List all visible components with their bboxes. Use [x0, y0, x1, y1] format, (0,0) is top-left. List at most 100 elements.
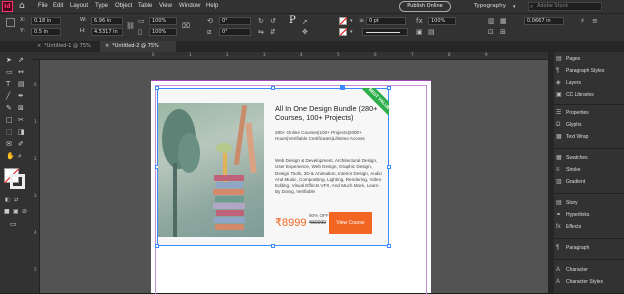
tab-untitled-2[interactable]: × *Untitled-2 @ 75% [100, 41, 176, 52]
search-input[interactable]: Adobe Stock [528, 2, 602, 11]
panel-glyphs[interactable]: Ω Glyphs [554, 120, 624, 131]
gradient-tool-icon[interactable]: ◨ [18, 128, 25, 136]
shadow-icon[interactable]: ▣ [416, 28, 423, 36]
shear-field[interactable]: 0° [219, 28, 251, 36]
free-transform-tool-icon[interactable]: ⬚ [6, 128, 13, 136]
workspace-switcher[interactable]: Typography [474, 0, 506, 13]
selection-tool-icon[interactable]: ➤ [6, 56, 12, 64]
panel-properties[interactable]: ☰ Properties [554, 108, 624, 119]
view-course-button[interactable]: View Course [329, 212, 372, 234]
w-field[interactable]: 6.96 in [91, 17, 123, 25]
frame-handle[interactable] [271, 244, 275, 248]
frame-handle[interactable] [271, 86, 275, 90]
gap-tool-icon[interactable]: ↔ [18, 68, 24, 76]
chevron-down-icon[interactable]: ▾ [350, 17, 353, 25]
swap-colors-icon[interactable]: ⇄ [14, 196, 18, 204]
effects-icon[interactable]: fx [416, 17, 423, 25]
note-tool-icon[interactable]: ✉ [6, 140, 12, 148]
close-icon[interactable]: × [37, 43, 41, 49]
menu-table[interactable]: Table [138, 0, 152, 13]
fill-frame-icon[interactable]: ⊞ [500, 28, 506, 36]
panel-stroke[interactable]: ≡ Stroke [554, 165, 624, 176]
apply-color-icon[interactable]: ■ [4, 208, 10, 216]
pencil-tool-icon[interactable]: ✎ [6, 104, 12, 112]
text-wrap-icon[interactable]: ▤ [428, 28, 435, 36]
apply-none-icon[interactable]: ⊘ [22, 208, 27, 216]
zoom-tool-icon[interactable]: ⌕ [18, 152, 22, 160]
content-collector-icon[interactable]: ▤ [18, 80, 25, 88]
publish-online-button[interactable]: Publish Online [399, 1, 451, 12]
h-field[interactable]: 4.5317 in [91, 28, 123, 36]
frame-handle[interactable] [387, 165, 391, 169]
close-icon[interactable]: × [105, 43, 109, 49]
chevron-down-icon[interactable]: ▾ [350, 28, 353, 36]
opacity-field[interactable]: 100% [428, 17, 456, 25]
home-icon[interactable]: ⌂ [19, 0, 25, 13]
x-field[interactable]: 0.18 in [31, 17, 61, 25]
reference-point-icon[interactable] [6, 18, 15, 27]
frame-handle[interactable] [387, 244, 391, 248]
menu-layout[interactable]: Layout [70, 0, 88, 13]
stroke-swatch[interactable] [339, 28, 347, 36]
direct-selection-icon[interactable]: ✥ [302, 28, 308, 36]
page-tool-icon[interactable]: ▭ [6, 68, 13, 76]
menu-file[interactable]: File [38, 0, 48, 13]
panel-layers[interactable]: ◈ Layers [554, 78, 624, 89]
y-field[interactable]: 0.5 in [31, 28, 61, 36]
stroke-type-select[interactable] [362, 28, 408, 36]
panel-character-styles[interactable]: A Character Styles [554, 277, 624, 288]
tab-untitled-1[interactable]: × *Untitled-1 @ 75% [32, 41, 100, 52]
fill-swatch[interactable] [339, 17, 347, 25]
panel-text-wrap[interactable]: ▦ Text Wrap [554, 132, 624, 143]
panel-effects[interactable]: fx Effects [554, 222, 624, 233]
corner-size-field[interactable]: 0.0667 in [524, 17, 564, 25]
rotate-ccw-icon[interactable]: ↺ [270, 17, 276, 25]
frame-fitting-icon[interactable]: ⊡ [488, 28, 494, 36]
frame-handle[interactable] [155, 86, 159, 90]
menu-help[interactable]: Help [206, 0, 218, 13]
hamburger-menu-icon[interactable]: ≡ [592, 17, 598, 25]
scale-y-field[interactable]: 100% [149, 28, 177, 36]
direct-selection-tool-icon[interactable]: ⇗ [18, 56, 24, 64]
panel-paragraph[interactable]: ¶ Paragraph [554, 243, 624, 254]
stroke-color-swatch[interactable] [10, 174, 25, 189]
stroke-weight-field[interactable]: 0 pt [366, 17, 406, 25]
quick-apply-icon[interactable]: ⚡ [580, 17, 585, 25]
rectangle-frame-tool-icon[interactable]: ⊠ [18, 104, 24, 112]
flip-vertical-icon[interactable]: ⇵ [270, 28, 276, 36]
line-tool-icon[interactable]: ╱ [6, 92, 10, 100]
indesign-app-icon[interactable] [2, 1, 13, 12]
arrow-icon[interactable]: ➚ [302, 18, 308, 26]
default-colors-icon[interactable]: ◧ [5, 196, 10, 204]
panel-swatches[interactable]: ▦ Swatches [554, 153, 624, 164]
screen-mode-icon[interactable]: ▭ [10, 220, 17, 228]
rotate-cw-icon[interactable]: ↻ [258, 17, 264, 25]
panel-cc-libraries[interactable]: ▣ CC Libraries [554, 90, 624, 101]
eyedropper-tool-icon[interactable]: ✐ [18, 140, 24, 148]
frame-center-handle[interactable] [340, 85, 345, 90]
menu-view[interactable]: View [159, 0, 172, 13]
panel-paragraph-styles[interactable]: ¶ Paragraph Styles [554, 66, 624, 77]
align-vertical-icon[interactable]: ▦ [500, 17, 507, 25]
flip-horizontal-icon[interactable]: ⇋ [258, 28, 264, 36]
panel-hyperlinks[interactable]: ⚭ Hyperlinks [554, 210, 624, 221]
pen-tool-icon[interactable]: ✒ [18, 92, 24, 100]
panel-story[interactable]: ▤ Story [554, 198, 624, 209]
constrain-proportions-icon[interactable]: ⛓ [126, 22, 135, 30]
frame-handle[interactable] [155, 244, 159, 248]
panel-character[interactable]: A Character [554, 265, 624, 276]
menu-type[interactable]: Type [95, 0, 108, 13]
character-p-icon[interactable]: P [289, 16, 296, 26]
apply-gradient-icon[interactable]: ▣ [13, 208, 19, 216]
scissors-tool-icon[interactable]: ✂ [18, 116, 24, 124]
panel-pages[interactable]: ▤ Pages [554, 54, 624, 65]
rectangle-tool-icon[interactable]: □ [6, 116, 13, 124]
menu-window[interactable]: Window [179, 0, 200, 13]
lock-icon[interactable]: ⌧ [182, 22, 190, 30]
rotation-field[interactable]: 0° [219, 17, 251, 25]
align-icon[interactable]: ▥ [488, 17, 495, 25]
chevron-down-icon[interactable]: ▾ [513, 3, 516, 11]
scale-x-field[interactable]: 100% [149, 17, 177, 25]
menu-object[interactable]: Object [115, 0, 132, 13]
type-tool-icon[interactable]: T [6, 80, 10, 88]
